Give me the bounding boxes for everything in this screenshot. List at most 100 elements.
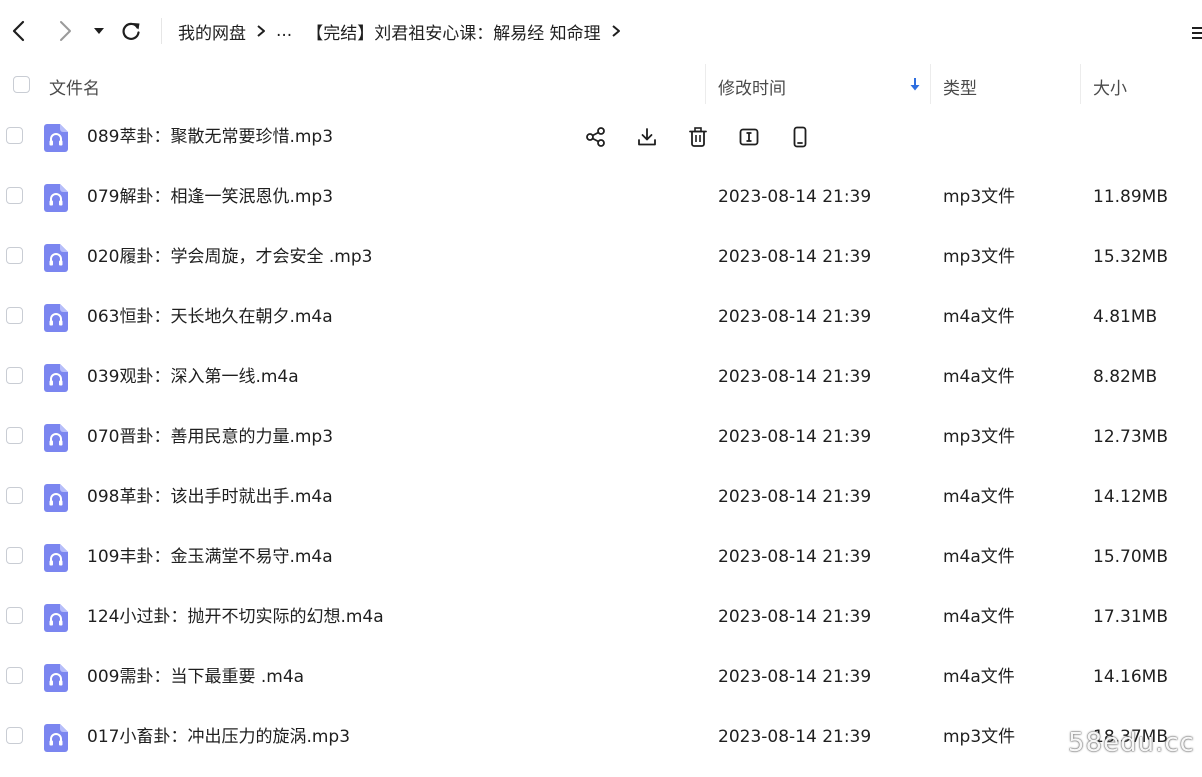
table-row[interactable]: 109丰卦：金玉满堂不易守.m4a 2023-08-14 21:39 m4a文件… [0, 527, 1202, 587]
file-name[interactable]: 017小畜卦：冲出压力的旋涡.mp3 [87, 707, 350, 767]
file-type: m4a文件 [943, 487, 1015, 507]
column-divider [930, 64, 931, 104]
table-row[interactable]: 063恒卦：天长地久在朝夕.m4a 2023-08-14 21:39 m4a文件… [0, 287, 1202, 347]
table-row[interactable]: 070晋卦：善用民意的力量.mp3 2023-08-14 21:39 mp3文件… [0, 407, 1202, 467]
file-name[interactable]: 109丰卦：金玉满堂不易守.m4a [87, 527, 333, 587]
delete-button[interactable] [682, 121, 714, 153]
file-size: 14.12MB [1093, 487, 1168, 507]
nav-divider [161, 18, 162, 44]
audio-file-icon [44, 604, 68, 632]
file-modified-time: 2023-08-14 21:39 [718, 487, 872, 507]
audio-file-icon [44, 724, 68, 752]
table-row[interactable]: 089萃卦：聚散无常要珍惜.mp3 [0, 107, 1202, 167]
audio-file-icon [44, 664, 68, 692]
row-checkbox[interactable] [6, 427, 23, 444]
chevron-right-icon [60, 21, 71, 41]
audio-file-icon [44, 244, 68, 272]
file-size: 15.70MB [1093, 547, 1168, 567]
menu-icon[interactable] [1190, 25, 1202, 41]
file-name[interactable]: 020履卦：学会周旋，才会安全 .mp3 [87, 227, 372, 287]
chevron-right-icon [256, 24, 266, 38]
file-type: mp3文件 [943, 427, 1016, 447]
table-row[interactable]: 020履卦：学会周旋，才会安全 .mp3 2023-08-14 21:39 mp… [0, 227, 1202, 287]
table-row[interactable]: 079解卦：相逢一笑泯恩仇.mp3 2023-08-14 21:39 mp3文件… [0, 167, 1202, 227]
table-row[interactable]: 098革卦：该出手时就出手.m4a 2023-08-14 21:39 m4a文件… [0, 467, 1202, 527]
file-modified-time: 2023-08-14 21:39 [718, 607, 872, 627]
row-checkbox[interactable] [6, 127, 23, 144]
refresh-icon [122, 22, 140, 40]
rename-icon [739, 128, 759, 146]
file-modified-time: 2023-08-14 21:39 [718, 727, 872, 747]
table-row[interactable]: 009需卦：当下最重要 .m4a 2023-08-14 21:39 m4a文件 … [0, 647, 1202, 707]
column-header-type[interactable]: 类型 [943, 74, 977, 99]
column-divider [705, 64, 706, 104]
file-modified-time: 2023-08-14 21:39 [718, 247, 872, 267]
file-name[interactable]: 124小过卦：抛开不切实际的幻想.m4a [87, 587, 384, 647]
file-name[interactable]: 079解卦：相逢一笑泯恩仇.mp3 [87, 167, 333, 227]
chevron-left-icon [12, 20, 25, 42]
breadcrumb-ellipsis[interactable]: ... [276, 21, 292, 41]
file-size: 4.81MB [1093, 307, 1158, 327]
row-checkbox[interactable] [6, 247, 23, 264]
file-name[interactable]: 089萃卦：聚散无常要珍惜.mp3 [87, 107, 333, 167]
download-icon [638, 128, 656, 146]
file-type: m4a文件 [943, 307, 1015, 327]
file-type: m4a文件 [943, 607, 1015, 627]
row-hover-actions [580, 121, 835, 153]
column-header-modified[interactable]: 修改时间 [718, 74, 786, 99]
file-name[interactable]: 070晋卦：善用民意的力量.mp3 [87, 407, 333, 467]
file-type: mp3文件 [943, 247, 1016, 267]
row-checkbox[interactable] [6, 487, 23, 504]
file-manager-page: 我的网盘 ... 【完结】刘君祖安心课：解易经 知命理 文件名 修改时间 类型 [0, 0, 1202, 777]
navigation-bar: 我的网盘 ... 【完结】刘君祖安心课：解易经 知命理 [0, 0, 1202, 62]
file-size: 17.31MB [1093, 607, 1168, 627]
rename-button[interactable] [733, 121, 765, 153]
audio-file-icon [44, 544, 68, 572]
share-icon [586, 127, 605, 147]
table-row[interactable]: 039观卦：深入第一线.m4a 2023-08-14 21:39 m4a文件 8… [0, 347, 1202, 407]
send-to-phone-button[interactable] [784, 121, 816, 153]
forward-button[interactable] [50, 16, 80, 46]
table-row[interactable]: 124小过卦：抛开不切实际的幻想.m4a 2023-08-14 21:39 m4… [0, 587, 1202, 647]
row-checkbox[interactable] [6, 607, 23, 624]
select-all-checkbox[interactable] [13, 76, 30, 93]
file-type: m4a文件 [943, 547, 1015, 567]
row-checkbox[interactable] [6, 727, 23, 744]
column-header-size[interactable]: 大小 [1093, 74, 1127, 99]
table-header: 文件名 修改时间 类型 大小 [0, 62, 1202, 108]
audio-file-icon [44, 304, 68, 332]
file-name[interactable]: 098革卦：该出手时就出手.m4a [87, 467, 333, 527]
phone-icon [793, 126, 807, 148]
file-modified-time: 2023-08-14 21:39 [718, 187, 872, 207]
file-size: 15.32MB [1093, 247, 1168, 267]
file-type: mp3文件 [943, 187, 1016, 207]
download-button[interactable] [631, 121, 663, 153]
breadcrumb-root[interactable]: 我的网盘 [178, 19, 246, 44]
breadcrumb-current-folder[interactable]: 【完结】刘君祖安心课：解易经 知命理 [306, 19, 600, 44]
audio-file-icon [44, 424, 68, 452]
table-row[interactable]: 017小畜卦：冲出压力的旋涡.mp3 2023-08-14 21:39 mp3文… [0, 707, 1202, 767]
share-button[interactable] [580, 121, 612, 153]
file-name[interactable]: 063恒卦：天长地久在朝夕.m4a [87, 287, 333, 347]
audio-file-icon [44, 184, 68, 212]
file-modified-time: 2023-08-14 21:39 [718, 667, 872, 687]
file-name[interactable]: 009需卦：当下最重要 .m4a [87, 647, 304, 707]
column-header-name[interactable]: 文件名 [49, 74, 100, 99]
audio-file-icon [44, 124, 68, 152]
row-checkbox[interactable] [6, 187, 23, 204]
row-checkbox[interactable] [6, 307, 23, 324]
chevron-right-icon [611, 24, 621, 38]
history-dropdown-button[interactable] [86, 16, 112, 46]
refresh-button[interactable] [116, 16, 146, 46]
file-modified-time: 2023-08-14 21:39 [718, 367, 872, 387]
watermark-text: 58edu.cc [1068, 728, 1195, 758]
file-size: 8.82MB [1093, 367, 1158, 387]
row-checkbox[interactable] [6, 547, 23, 564]
row-checkbox[interactable] [6, 367, 23, 384]
row-checkbox[interactable] [6, 667, 23, 684]
back-button[interactable] [4, 16, 34, 46]
file-name[interactable]: 039观卦：深入第一线.m4a [87, 347, 299, 407]
file-size: 11.89MB [1093, 187, 1168, 207]
sort-descending-icon[interactable] [908, 75, 922, 93]
file-type: mp3文件 [943, 727, 1016, 747]
